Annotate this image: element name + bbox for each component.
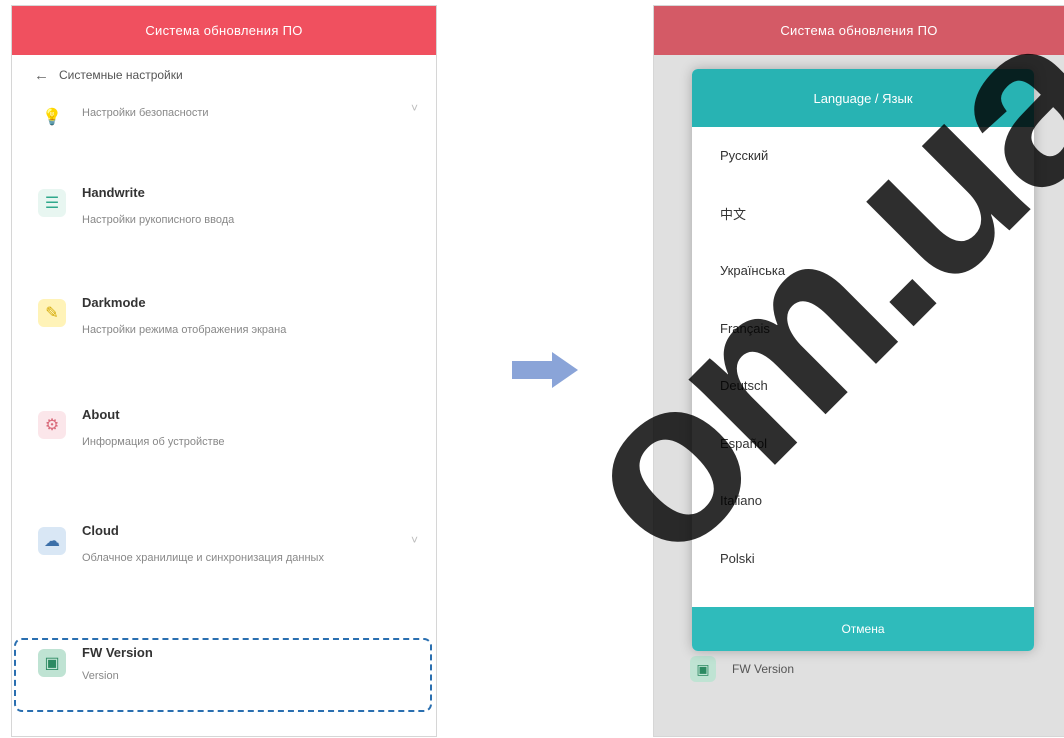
settings-row-security[interactable]: 💡 Настройки безопасности ˅ — [12, 95, 436, 185]
top-bar: Система обновления ПО — [12, 6, 436, 55]
settings-row-title: About — [82, 407, 120, 422]
highlight-box — [14, 638, 432, 712]
language-option[interactable]: 中文 — [720, 185, 1034, 243]
cancel-button-label: Отмена — [841, 622, 885, 636]
language-option[interactable]: Français — [720, 300, 1034, 358]
settings-row-subtitle: Информация об устройстве — [82, 436, 225, 448]
background-row-label: FW Version — [732, 662, 795, 676]
lightbulb-icon: 💡 — [42, 109, 62, 126]
top-bar-title: Система обновления ПО — [145, 23, 303, 38]
language-screen: Система обновления ПО ▣ FW Version Langu… — [653, 5, 1064, 737]
settings-screen: Система обновления ПО ← Системные настро… — [11, 5, 437, 737]
top-bar-title: Система обновления ПО — [780, 23, 938, 38]
subheader-title: Системные настройки — [59, 68, 183, 82]
settings-row-subtitle: Настройки режима отображения экрана — [82, 324, 287, 336]
sliders-icon: ☰ — [38, 189, 66, 217]
settings-row-subtitle: Настройки безопасности — [82, 107, 209, 119]
settings-row-handwriting[interactable]: ☰ Handwrite Настройки рукописного ввода — [12, 185, 436, 295]
top-bar: Система обновления ПО — [654, 6, 1064, 55]
language-option[interactable]: Deutsch — [720, 357, 1034, 415]
language-option[interactable]: Русский — [720, 127, 1034, 185]
settings-row-title: Handwrite — [82, 185, 145, 200]
language-list: Русский 中文 Українська Français Deutsch E… — [692, 127, 1034, 587]
dialog-header: Language / Язык — [692, 69, 1034, 127]
chip-icon: ▣ — [690, 656, 716, 682]
settings-row-title: Darkmode — [82, 295, 146, 310]
cloud-icon: ☁ — [38, 527, 66, 555]
language-option[interactable]: Italiano — [720, 472, 1034, 530]
right-arrow-icon — [512, 352, 578, 388]
pencil-icon: ✎ — [38, 299, 66, 327]
settings-row-darkmode[interactable]: ✎ Darkmode Настройки режима отображения … — [12, 295, 436, 407]
language-dialog: Language / Язык Русский 中文 Українська Fr… — [692, 69, 1034, 651]
cancel-button[interactable]: Отмена — [692, 607, 1034, 651]
language-option[interactable]: Español — [720, 415, 1034, 473]
gear-icon: ⚙ — [38, 411, 66, 439]
language-option[interactable]: Polski — [720, 530, 1034, 588]
background-row-fw: ▣ FW Version — [690, 656, 794, 682]
back-arrow-icon[interactable]: ← — [34, 67, 49, 84]
chevron-icon: ˅ — [410, 101, 418, 115]
language-option[interactable]: Українська — [720, 242, 1034, 300]
dialog-title: Language / Язык — [813, 90, 913, 106]
settings-row-subtitle: Облачное хранилище и синхронизация данны… — [82, 552, 324, 564]
settings-row-subtitle: Настройки рукописного ввода — [82, 214, 235, 226]
settings-row-about[interactable]: ⚙ About Информация об устройстве — [12, 407, 436, 523]
settings-row-cloud[interactable]: ☁ Cloud Облачное хранилище и синхронизац… — [12, 523, 436, 633]
chevron-icon: ˅ — [410, 533, 418, 547]
settings-list: 💡 Настройки безопасности ˅ ☰ Handwrite Н… — [12, 95, 436, 713]
subheader: ← Системные настройки — [12, 55, 436, 95]
settings-row-title: Cloud — [82, 523, 119, 538]
